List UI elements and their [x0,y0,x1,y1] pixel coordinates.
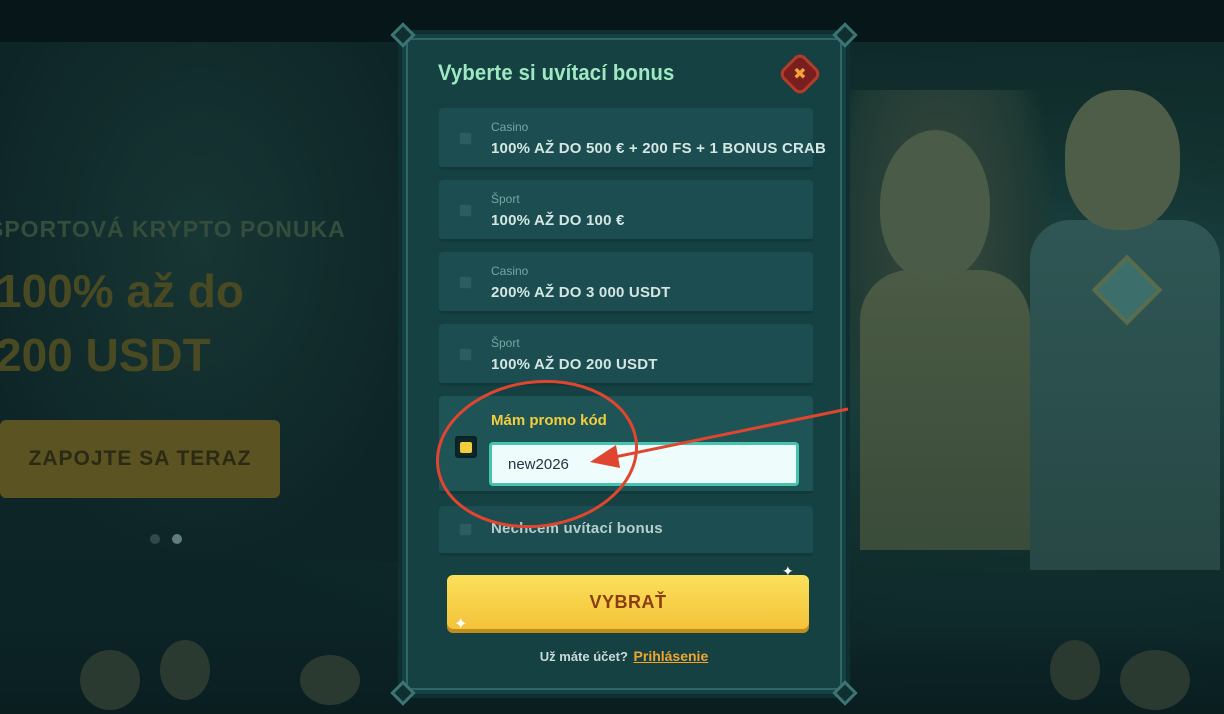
bonus-checkbox[interactable] [459,523,472,536]
bonus-checkbox[interactable] [459,348,472,361]
checkbox-checked-mark [460,441,472,453]
bonus-option-casino-1[interactable]: Casino 100% AŽ DO 500 € + 200 FS + 1 BON… [439,108,826,170]
bonus-category: Casino [491,264,529,278]
promo-subtitle: ŠPORTOVÁ KRYPTO PONUKA [0,216,346,242]
bonus-category: Šport [491,336,520,350]
bonus-category: Šport [491,192,520,206]
bonus-option-sport-1[interactable]: Šport 100% AŽ DO 100 € [439,180,813,242]
bonus-option-casino-2[interactable]: Casino 200% AŽ DO 3 000 USDT [439,252,813,314]
have-account-text: Už máte účet? [539,649,628,664]
bonus-text: 100% AŽ DO 200 USDT [491,356,658,373]
promo-code-label: Mám promo kód [491,412,607,429]
slider-dot[interactable] [172,534,182,544]
sparkle-icon: ✦ [782,564,794,580]
bonus-checkbox[interactable] [459,276,472,289]
promo-cta-button[interactable]: ZAPOJTE SA TERAZ [0,420,280,498]
promo-checkbox[interactable] [455,436,477,458]
select-bonus-button[interactable]: VYBRAŤ [447,575,809,629]
slider-dot[interactable] [150,534,160,544]
close-button[interactable]: ✖ [777,51,823,97]
promo-code-option[interactable]: Mám promo kód [439,396,813,494]
bonus-text: 100% AŽ DO 100 € [491,212,625,229]
login-prompt: Už máte účet? Prihlásenie [402,648,846,664]
bonus-text: 200% AŽ DO 3 000 USDT [491,284,671,301]
welcome-bonus-modal: Vyberte si uvítací bonus ✖ Casino 100% A… [390,22,858,706]
bonus-category: Casino [491,120,529,134]
no-bonus-option[interactable]: Nechcem uvítací bonus [439,506,813,556]
bonus-option-sport-2[interactable]: Šport 100% AŽ DO 200 USDT [439,324,813,386]
bonus-text: 100% AŽ DO 500 € + 200 FS + 1 BONUS CRAB [491,140,827,157]
promo-headline-line1: 100% až do [0,265,244,317]
login-link[interactable]: Prihlásenie [634,648,709,664]
bonus-checkbox[interactable] [459,132,472,145]
bonus-checkbox[interactable] [459,204,472,217]
no-bonus-text: Nechcem uvítací bonus [491,520,663,537]
modal-title: Vyberte si uvítací bonus [438,60,675,85]
sparkle-icon: ✦ [454,614,468,633]
promo-code-input[interactable] [489,442,799,486]
hero-characters-image [850,70,1224,570]
promo-headline-line2: 200 USDT [0,329,211,381]
slider-dots [150,534,182,544]
close-x-icon: ✖ [793,64,807,83]
